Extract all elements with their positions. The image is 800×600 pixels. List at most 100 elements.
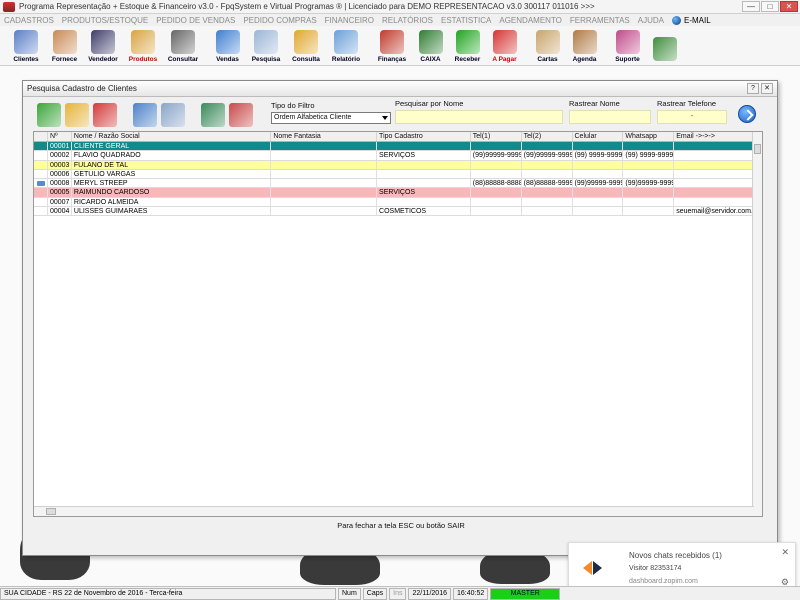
grid-column-header[interactable]: Tel(1): [471, 132, 522, 141]
table-row[interactable]: 00008 MERYL STREEP (88)88888-8888 (88)88888…: [34, 179, 762, 189]
menu-financeiro[interactable]: FINANCEIRO: [325, 16, 374, 25]
vertical-scrollbar[interactable]: [752, 132, 762, 516]
grid-column-header[interactable]: [34, 132, 48, 141]
filter-type-select[interactable]: Ordem Alfabetica Cliente: [271, 112, 391, 124]
minimize-button[interactable]: —: [742, 1, 760, 12]
grid-column-header[interactable]: Nº: [48, 132, 72, 141]
toolbar-button-label: Pesquisa: [251, 56, 281, 63]
toolbar-button-receber[interactable]: Receber: [449, 27, 486, 65]
cell-whatsapp: [623, 197, 675, 207]
receive-icon: [455, 30, 480, 54]
close-button[interactable]: ✕: [780, 1, 798, 12]
toolbar-button-pesquisa[interactable]: Pesquisa: [246, 27, 286, 65]
row-selector[interactable]: [34, 207, 48, 216]
menu-ajuda[interactable]: AJUDA: [638, 16, 664, 25]
grid-column-header[interactable]: Whatsapp: [623, 132, 675, 141]
table-row[interactable]: 00004 ULISSES GUIMARAES COSMETICOS seuemail…: [34, 207, 762, 217]
menu-produtos-estoque[interactable]: PRODUTOS/ESTOQUE: [62, 16, 148, 25]
table-row[interactable]: 00006 GETULIO VARGAS: [34, 169, 762, 180]
table-row[interactable]: 00001 CLIENTE GERAL: [34, 142, 762, 152]
cell-whatsapp: [623, 142, 675, 151]
pay-icon: [492, 30, 517, 54]
toolbar-button-label: Finanças: [377, 56, 407, 63]
cell-whatsapp: (99)99999-9999: [625, 179, 675, 188]
cell-fantasy: [271, 197, 378, 207]
status-master: MASTER: [490, 587, 561, 600]
toolbar-button-fornece[interactable]: Fornece: [46, 27, 83, 65]
row-selector[interactable]: [34, 188, 48, 197]
toolbar-button-consultar[interactable]: Consultar: [163, 27, 203, 65]
cell-whatsapp: [623, 169, 675, 179]
maximize-button[interactable]: □: [761, 1, 779, 12]
cell-email: [674, 169, 762, 179]
toolbar-button-caixa[interactable]: CAIXA: [412, 27, 449, 65]
menu-estatistica[interactable]: ESTATISTICA: [441, 16, 491, 25]
track-name-input[interactable]: [569, 110, 651, 124]
toolbar-button-vendedor[interactable]: Vendedor: [83, 27, 123, 65]
toolbar-button-clientes[interactable]: Clientes: [6, 27, 46, 65]
menu-ferramentas[interactable]: FERRAMENTAS: [570, 16, 630, 25]
row-selector[interactable]: [34, 197, 48, 207]
table-row[interactable]: 00003 FULANO DE TAL: [34, 160, 762, 170]
cell-name: RICARDO ALMEIDA: [72, 197, 272, 207]
cell-tel1: [471, 142, 522, 151]
menu-agendamento[interactable]: AGENDAMENTO: [499, 16, 562, 25]
toolbar-button-produtos[interactable]: Produtos: [123, 27, 163, 65]
row-selector[interactable]: [34, 142, 48, 151]
row-selector[interactable]: [34, 169, 48, 179]
track-phone-input[interactable]: -: [657, 110, 727, 124]
cell-type: SERVIÇOS: [377, 151, 471, 160]
cell-cell: (99) 9999-9999: [574, 151, 624, 160]
table-row[interactable]: 00002 FLAVIO QUADRADO SERVIÇOS (99)99999-99…: [34, 151, 762, 161]
toolbar-button-label: Consultar: [167, 56, 199, 63]
toolbar-button-finan-as[interactable]: Finanças: [372, 27, 412, 65]
delete-icon[interactable]: [93, 103, 117, 127]
menu-relatorios[interactable]: RELATÓRIOS: [382, 16, 433, 25]
dialog-close-button[interactable]: ✕: [761, 83, 773, 94]
row-selector[interactable]: [34, 160, 48, 169]
add-document-icon[interactable]: [37, 103, 61, 127]
scroll-thumb[interactable]: [754, 144, 761, 154]
toolbar-button-exit[interactable]: [646, 27, 683, 65]
horizontal-scrollbar[interactable]: [34, 506, 754, 516]
dialog-help-button[interactable]: ?: [747, 83, 759, 94]
close-hint: Para fechar a tela ESC ou botão SAIR: [337, 521, 465, 530]
toolbar-button-relat-rio[interactable]: Relatório: [326, 27, 366, 65]
menu-email[interactable]: E-MAIL: [672, 15, 711, 25]
toolbar-button-a-pagar[interactable]: A Pagar: [486, 27, 523, 65]
grid-column-header[interactable]: Celular: [573, 132, 624, 141]
grid-column-header[interactable]: Nome Fantasia: [271, 132, 378, 141]
cell-type: SERVIÇOS: [377, 188, 471, 197]
print-icon[interactable]: [161, 103, 185, 127]
bookmark-icon[interactable]: [133, 103, 157, 127]
search-name-input[interactable]: [395, 110, 563, 124]
grid-column-header[interactable]: Tipo Cadastro: [377, 132, 471, 141]
grid-column-header[interactable]: Email ->->->: [674, 132, 762, 141]
main-toolbar: Clientes Fornece Vendedor Produtos Consultar…: [0, 26, 800, 66]
toolbar-button-suporte[interactable]: Suporte: [609, 27, 646, 65]
menu-pedido-vendas[interactable]: PEDIDO DE VENDAS: [156, 16, 235, 25]
menu-pedido-compras[interactable]: PEDIDO COMPRAS: [243, 16, 316, 25]
toolbar-button-agenda[interactable]: Agenda: [566, 27, 603, 65]
edit-icon[interactable]: [65, 103, 89, 127]
grid-column-header[interactable]: Tel(2): [522, 132, 573, 141]
table-row[interactable]: 00005 RAIMUNDO CARDOSO SERVIÇOS: [34, 188, 762, 198]
cell-type: COSMETICOS: [377, 207, 471, 216]
table-row[interactable]: 00007 RICARDO ALMEIDA: [34, 197, 762, 208]
scroll-thumb[interactable]: [46, 508, 56, 515]
grid-column-header[interactable]: Nome / Razão Social: [72, 132, 272, 141]
tool-separator: [189, 103, 197, 127]
row-selector[interactable]: [34, 151, 48, 160]
export-icon[interactable]: [201, 103, 225, 127]
email-icon[interactable]: [229, 103, 253, 127]
toolbar-button-cartas[interactable]: Cartas: [529, 27, 566, 65]
report-icon: [334, 30, 358, 54]
toolbar-button-vendas[interactable]: Vendas: [209, 27, 246, 65]
menu-cadastros[interactable]: CADASTROS: [4, 16, 54, 25]
cell-num: 00008: [48, 179, 72, 188]
cell-cell: [573, 207, 624, 216]
search-go-button[interactable]: [738, 105, 756, 123]
row-selector[interactable]: [34, 179, 48, 188]
toolbar-button-consulta[interactable]: Consulta: [286, 27, 326, 65]
chat-close-icon[interactable]: ✕: [781, 547, 789, 558]
